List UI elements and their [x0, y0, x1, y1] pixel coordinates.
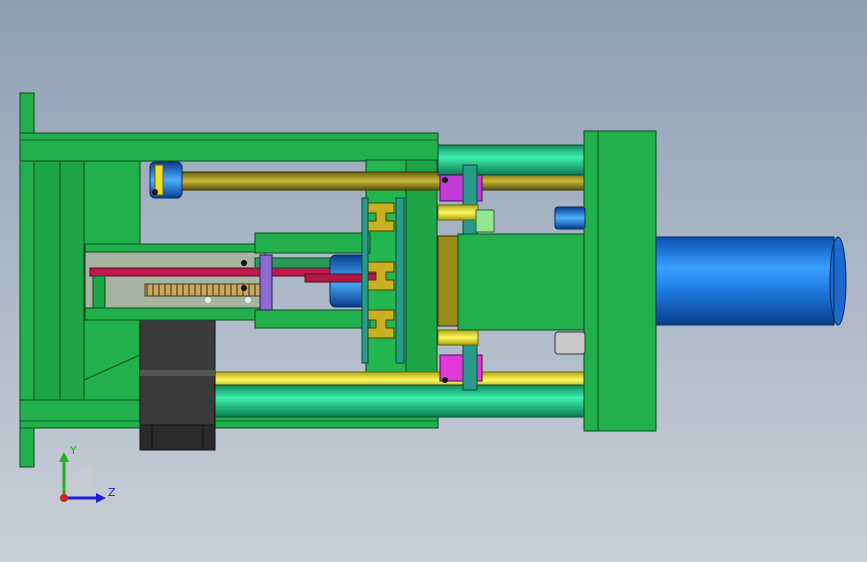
y-arrowhead-icon — [59, 452, 69, 462]
yellow-slide-blocks — [361, 197, 405, 364]
main-air-cylinder — [655, 236, 847, 326]
triad-quadrant — [64, 467, 92, 495]
origin-icon — [60, 494, 68, 502]
upper-teal-cylinder — [437, 144, 587, 176]
cad-model-viewport[interactable] — [0, 0, 867, 562]
y-axis-label: Y — [69, 444, 77, 457]
z-axis-label: Z — [108, 486, 116, 499]
frame-top-bar — [19, 132, 439, 162]
stepper-motor — [139, 309, 216, 451]
lower-teal-cylinder — [209, 384, 587, 418]
coordinate-triad: Y Z — [59, 444, 116, 503]
z-arrowhead-icon — [96, 493, 106, 503]
